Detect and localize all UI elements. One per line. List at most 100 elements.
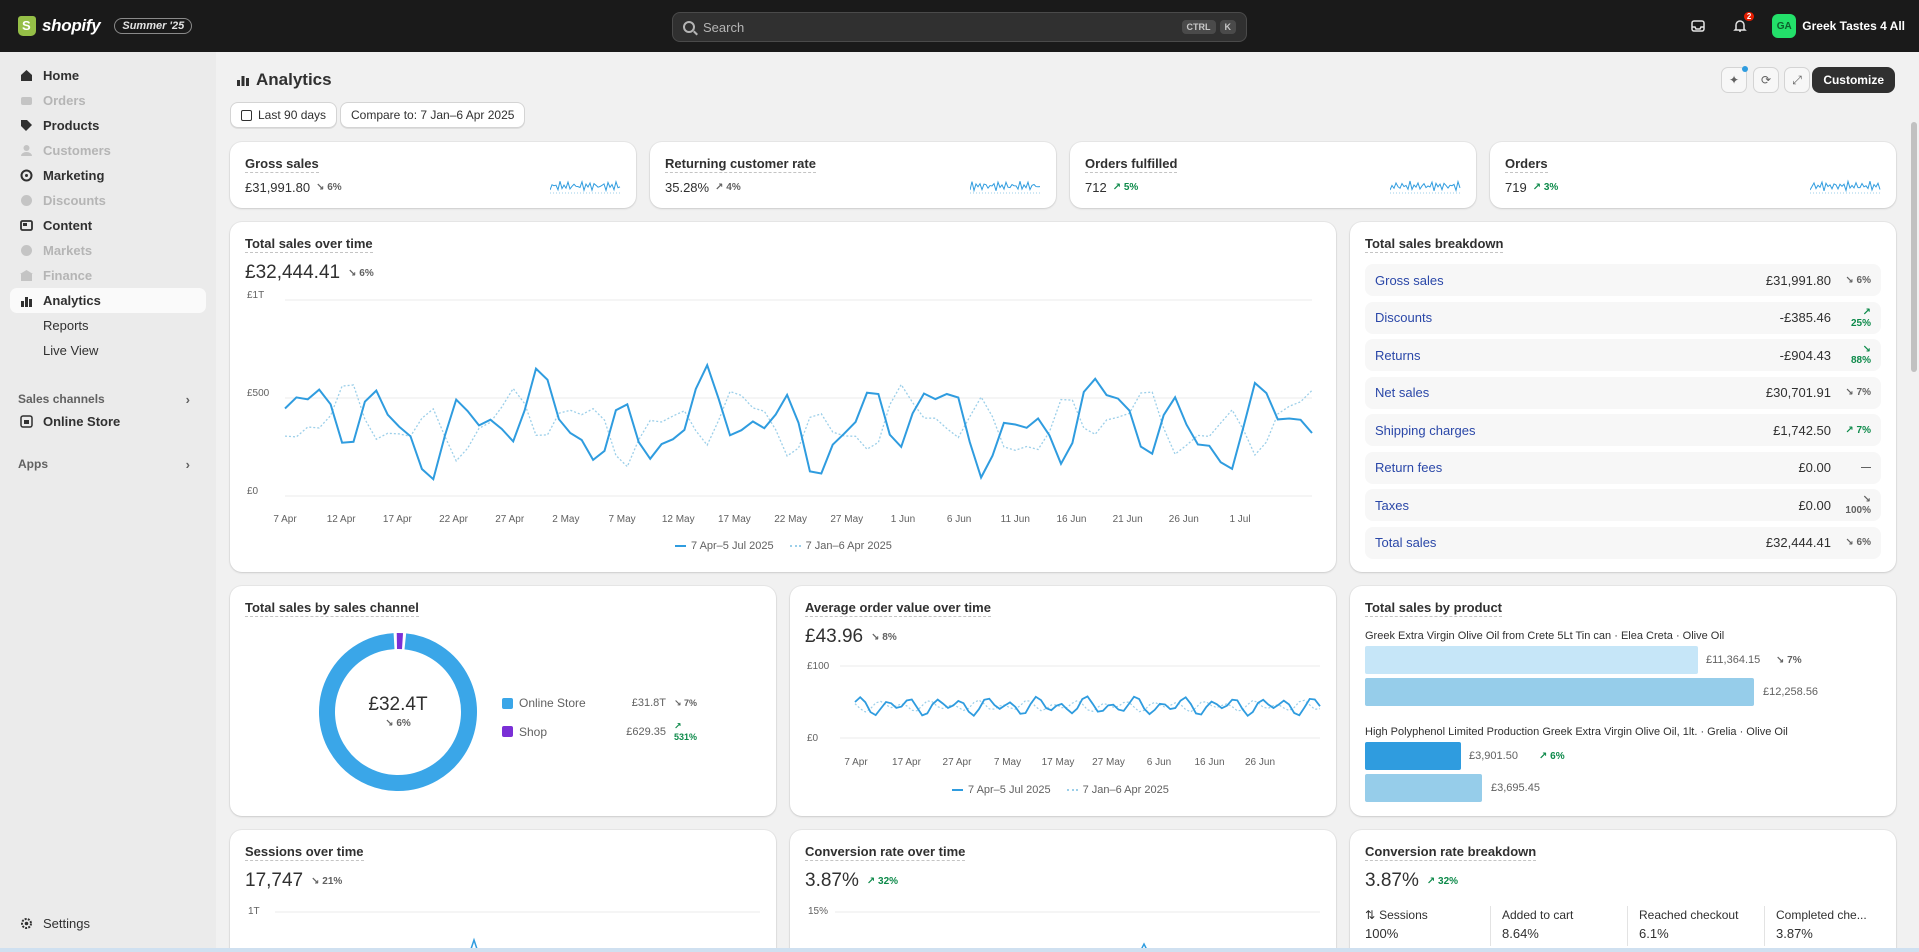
card-title[interactable]: Total sales by product [1365, 600, 1503, 617]
conversion-chart[interactable] [790, 830, 1336, 952]
search-bar[interactable]: CTRL K [672, 12, 1247, 42]
breakdown-row-return-fees[interactable]: Return fees £0.00 — [1365, 451, 1881, 484]
breakdown-label[interactable]: Returns [1375, 348, 1780, 363]
series-previous[interactable] [854, 699, 1321, 713]
main-content: Analytics Last 90 days Compare to: 7 Jan… [216, 52, 1919, 952]
store-name[interactable]: Greek Tastes 4 All [1802, 19, 1905, 33]
page-scrollbar[interactable] [1909, 52, 1919, 952]
kpi-card-gross-sales[interactable]: Gross sales £31,991.80 ↘ 6% [230, 142, 636, 208]
sidebar-item-analytics[interactable]: Analytics [10, 288, 206, 313]
series-current[interactable] [284, 362, 1313, 482]
kpi-title[interactable]: Orders [1505, 156, 1548, 173]
card-title[interactable]: Conversion rate breakdown [1365, 844, 1537, 861]
sales-channels-header[interactable]: Sales channels › [0, 387, 216, 411]
channel-legend-shop[interactable]: Shop £629.35 ↗ 531% [502, 721, 702, 742]
product-bar-current[interactable] [1365, 742, 1461, 770]
legend-previous[interactable]: 7 Jan–6 Apr 2025 [789, 540, 892, 552]
donut-center-delta: ↘ 6% [385, 718, 411, 729]
conv-col-completed-che-[interactable]: Completed che... 3.87% [1776, 908, 1867, 941]
kpi-card-orders[interactable]: Orders 719 ↗ 3% [1490, 142, 1896, 208]
sessions-chart[interactable] [230, 830, 776, 952]
inbox-icon[interactable] [1688, 16, 1708, 36]
product-name[interactable]: High Polyphenol Limited Production Greek… [1365, 726, 1788, 738]
breakdown-label[interactable]: Shipping charges [1375, 423, 1773, 438]
sidebar-item-markets[interactable]: Markets [10, 238, 206, 263]
aov-card[interactable]: Average order value over time £43.96 ↘ 8… [790, 586, 1336, 816]
shopify-logo[interactable]: shopify Summer '25 [18, 16, 193, 36]
conv-col-sessions[interactable]: ⇅ Sessions 100% [1365, 908, 1428, 941]
product-name[interactable]: Greek Extra Virgin Olive Oil from Crete … [1365, 630, 1724, 642]
edition-badge[interactable]: Summer '25 [114, 18, 193, 34]
sidebar-item-customers[interactable]: Customers [10, 138, 206, 163]
sidebar-item-content[interactable]: Content [10, 213, 206, 238]
card-title[interactable]: Total sales by sales channel [245, 600, 419, 617]
kpi-card-returning-customer-rate[interactable]: Returning customer rate 35.28% ↗ 4% [650, 142, 1056, 208]
total-sales-chart[interactable]: £1T £500 £0 7 Apr 12 Apr 17 Apr 22 Apr 27 Apr 2 … [230, 222, 1336, 572]
chevron-right-icon[interactable]: › [186, 392, 190, 407]
sidebar-item-home[interactable]: Home [10, 63, 206, 88]
kpi-title[interactable]: Returning customer rate [665, 156, 816, 173]
channel-legend-online-store[interactable]: Online Store £31.8T ↘ 7% [502, 696, 702, 710]
legend-previous[interactable]: 7 Jan–6 Apr 2025 [1066, 784, 1169, 796]
product-bar-previous[interactable] [1365, 774, 1482, 802]
y-tick-label: £100 [807, 661, 830, 672]
kpi-title[interactable]: Gross sales [245, 156, 319, 173]
chevron-right-icon[interactable]: › [186, 457, 190, 472]
sessions-card[interactable]: Sessions over time 17,747 ↘ 21% 1T [230, 830, 776, 952]
conv-col-added-to-cart[interactable]: Added to cart 8.64% [1502, 908, 1573, 941]
breakdown-label[interactable]: Net sales [1375, 385, 1766, 400]
series-current[interactable] [854, 695, 1321, 718]
x-tick-label: 6 Jun [1147, 757, 1171, 768]
aov-chart[interactable]: £100 £0 7 Apr 17 Apr 27 Apr 7 May 17 May 27 May… [790, 586, 1336, 816]
apps-header[interactable]: Apps › [0, 452, 216, 476]
sidebar-item-marketing[interactable]: Marketing [10, 163, 206, 188]
sidebar-item-products[interactable]: Products [10, 113, 206, 138]
breakdown-row-discounts[interactable]: Discounts -£385.46 ↗ 25% [1365, 301, 1881, 334]
gear-icon [20, 917, 33, 930]
conversion-card[interactable]: Conversion rate over time 3.87% ↗ 32% 15… [790, 830, 1336, 952]
sparkle-button[interactable]: ✦ [1721, 66, 1748, 93]
sidebar-item-finance[interactable]: Finance [10, 263, 206, 288]
legend-current[interactable]: 7 Apr–5 Jul 2025 [675, 540, 774, 552]
breakdown-row-returns[interactable]: Returns -£904.43 ↘ 88% [1365, 339, 1881, 371]
conv-col-label: Added to cart [1502, 908, 1574, 922]
total-sales-card[interactable]: Total sales over time £32,444.41 ↘ 6% £1… [230, 222, 1336, 572]
sparkline [970, 180, 1042, 194]
breakdown-row-net-sales[interactable]: Net sales £30,701.91 ↘ 7% [1365, 376, 1881, 409]
breakdown-label[interactable]: Total sales [1375, 535, 1766, 550]
breakdown-row-taxes[interactable]: Taxes £0.00 ↘ 100% [1365, 489, 1881, 521]
kpi-title[interactable]: Orders fulfilled [1085, 156, 1178, 173]
sidebar-item-settings[interactable]: Settings [10, 911, 206, 936]
breakdown-row-shipping-charges[interactable]: Shipping charges £1,742.50 ↗ 7% [1365, 414, 1881, 446]
breakdown-label[interactable]: Discounts [1375, 310, 1780, 325]
x-tick-label: 21 Jun [1113, 514, 1143, 525]
product-bar-current[interactable] [1365, 646, 1698, 674]
bell-icon[interactable]: 2 [1730, 12, 1755, 36]
conversion-breakdown-card: Conversion rate breakdown 3.87% ↗ 32% ⇅ S… [1350, 830, 1896, 952]
breakdown-label[interactable]: Return fees [1375, 460, 1798, 475]
store-avatar[interactable]: GA [1772, 14, 1797, 38]
legend-swatch [502, 726, 513, 737]
sidebar-item-orders[interactable]: Orders [10, 88, 206, 113]
date-range-button[interactable]: Last 90 days [230, 102, 338, 128]
scroll-thumb[interactable] [1911, 122, 1917, 372]
search-input[interactable] [703, 19, 1178, 35]
sidebar-subitem-live-view[interactable]: Live View [0, 338, 216, 363]
breakdown-label[interactable]: Gross sales [1375, 273, 1766, 288]
sidebar-item-online-store[interactable]: Online Store [10, 409, 206, 434]
sidebar-subitem-reports[interactable]: Reports [0, 313, 216, 338]
compare-button[interactable]: Compare to: 7 Jan–6 Apr 2025 [340, 102, 526, 128]
fullscreen-button[interactable]: ⤢ [1784, 67, 1810, 93]
kpi-card-orders-fulfilled[interactable]: Orders fulfilled 712 ↗ 5% [1070, 142, 1476, 208]
breakdown-label[interactable]: Taxes [1375, 498, 1798, 513]
refresh-button[interactable]: ⟳ [1753, 67, 1779, 93]
breakdown-row-total-sales[interactable]: Total sales £32,444.41 ↘ 6% [1365, 526, 1881, 559]
sidebar-item-label: Marketing [43, 168, 105, 183]
conv-col-reached-checkout[interactable]: Reached checkout 6.1% [1639, 908, 1738, 941]
customize-button[interactable]: Customize [1812, 67, 1895, 93]
legend-current[interactable]: 7 Apr–5 Jul 2025 [952, 784, 1051, 796]
sidebar-item-discounts[interactable]: Discounts [10, 188, 206, 213]
card-title[interactable]: Total sales breakdown [1365, 236, 1504, 253]
product-bar-previous[interactable] [1365, 678, 1754, 706]
breakdown-row-gross-sales[interactable]: Gross sales £31,991.80 ↘ 6% [1365, 264, 1881, 296]
